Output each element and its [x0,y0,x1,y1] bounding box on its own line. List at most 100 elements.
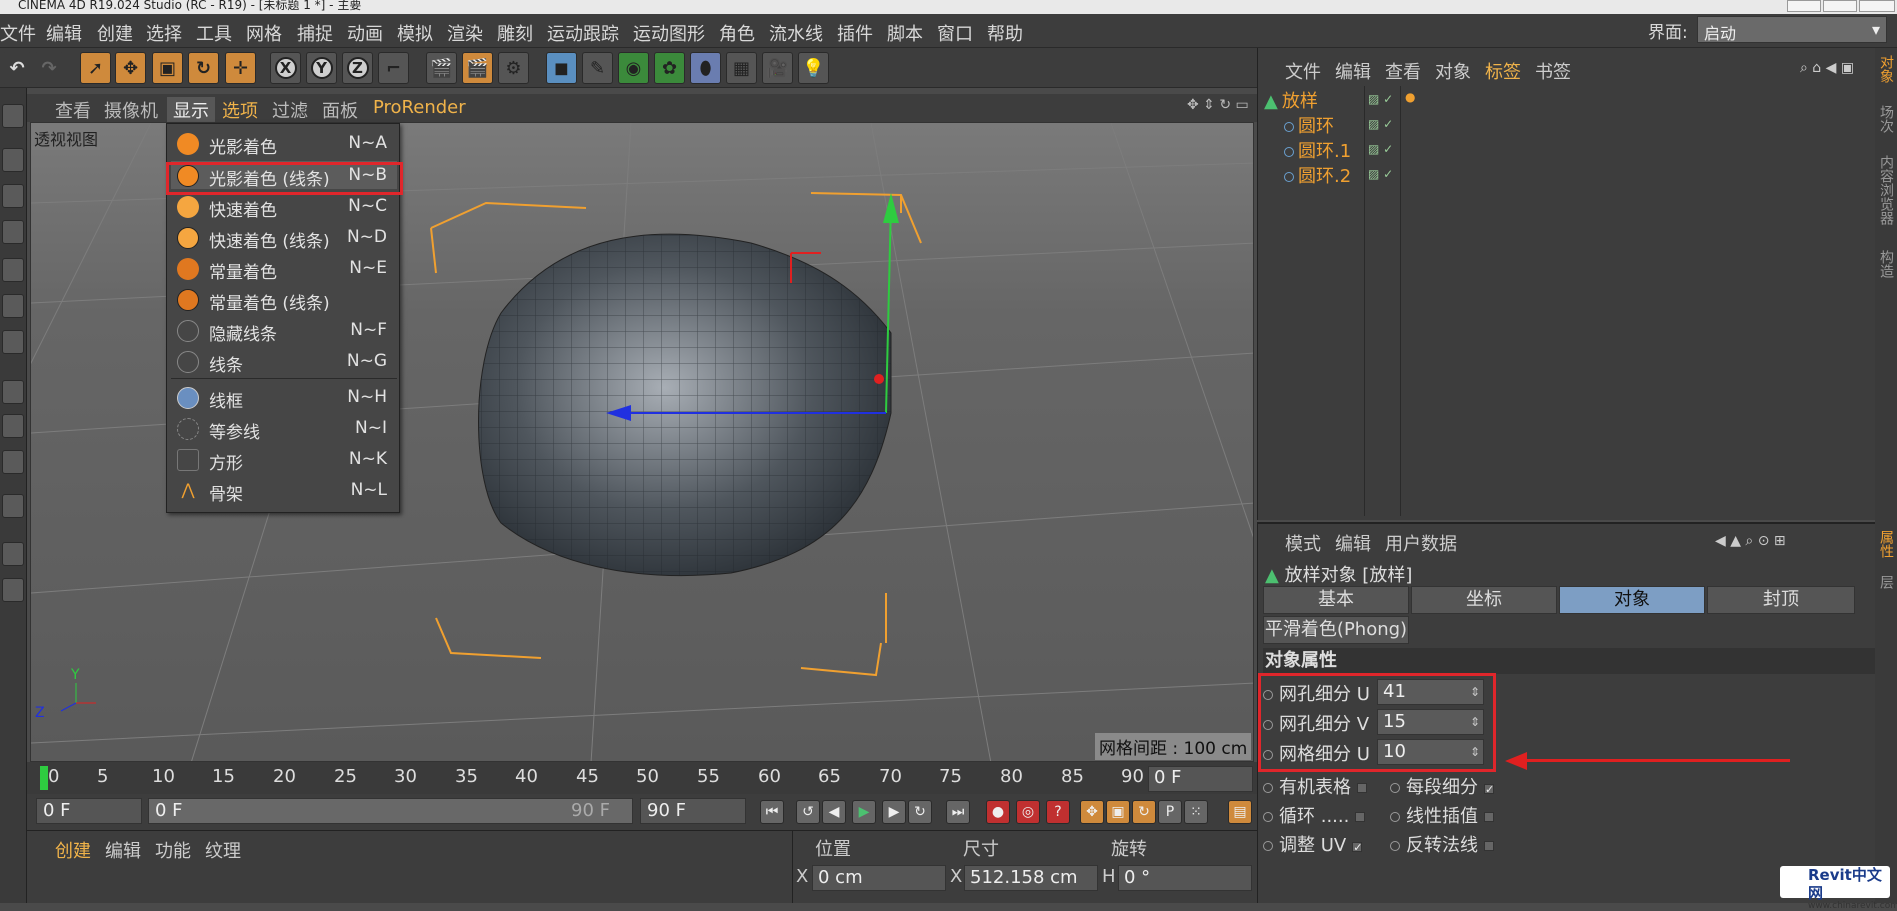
right-tab-attributes[interactable]: 属性 [1876,530,1896,558]
menu-item-hidden-line[interactable]: 隐藏线条 N~F [171,316,397,345]
deformer-icon[interactable]: ⬮ [690,52,721,84]
key-rotation-icon[interactable]: ↻ [1132,800,1156,824]
menu-window[interactable]: 窗口 [937,20,973,46]
check-loop[interactable]: 循环 ..... [1263,802,1366,828]
menu-item-lines[interactable]: 线条 N~G [171,347,397,376]
minimize-button[interactable] [1787,0,1821,12]
check-subdivide-per-segment[interactable]: 每段细分 ✓ [1390,773,1494,799]
menu-tools[interactable]: 工具 [196,20,232,46]
playhead[interactable] [40,766,48,790]
visibility-check-icon[interactable]: ▨ ✓ [1368,167,1393,181]
light-icon[interactable]: 💡 [798,52,829,84]
am-menu-mode[interactable]: 模式 [1285,530,1321,556]
key-position-icon[interactable]: ✥ [1080,800,1104,824]
timeline-window-icon[interactable]: ▤ [1228,800,1252,824]
previous-frame-icon[interactable]: ◀ [822,800,846,824]
rotate-tool-icon[interactable]: ↻ [188,52,219,84]
menu-simulate[interactable]: 模拟 [397,20,433,46]
end-frame-field[interactable]: 90 F [640,798,746,824]
polygons-mode-icon[interactable] [2,330,24,354]
viewport-menu-options[interactable]: 选项 [222,97,258,123]
object-row-circle[interactable]: 圆环 [1262,112,1362,137]
make-editable-icon[interactable] [2,104,24,128]
check-adapt-uv[interactable]: 调整 UV ✓ [1263,831,1362,857]
size-x-input[interactable]: 512.158 cm [964,865,1098,891]
menu-edit[interactable]: 编辑 [46,20,82,46]
play-icon[interactable]: ▶ [852,800,876,824]
magnet-icon[interactable] [2,494,24,518]
menu-mograph[interactable]: 运动图形 [633,20,705,46]
previous-key-icon[interactable]: ↺ [796,800,820,824]
tag-icon[interactable]: ● [1405,90,1415,104]
right-tab-layers[interactable]: 层 [1876,575,1896,589]
redo-icon[interactable]: ↷ [34,52,64,84]
axis-mode-icon[interactable] [2,380,24,404]
right-tab-objects[interactable]: 对象 [1876,55,1896,83]
menu-mesh[interactable]: 网格 [246,20,282,46]
menu-motion-tracking[interactable]: 运动跟踪 [547,20,619,46]
points-mode-icon[interactable] [2,258,24,282]
key-selection-icon[interactable]: ? [1046,800,1070,824]
menu-item-quick-lines[interactable]: 快速着色 (线条) N~D [171,223,397,252]
menu-item-isoparm[interactable]: 等参线 N~I [171,414,397,443]
close-button[interactable] [1859,0,1895,12]
coordinate-system-icon[interactable]: ⌐ [378,52,409,84]
edges-mode-icon[interactable] [2,294,24,318]
scale-tool-icon[interactable]: ▣ [152,52,183,84]
viewport-menu-view[interactable]: 查看 [55,97,91,123]
layout-select[interactable]: 启动 [1697,16,1887,43]
viewport-menu-filter[interactable]: 过滤 [272,97,308,123]
model-mode-icon[interactable] [2,148,24,172]
select-tool-icon[interactable]: ➚ [80,52,111,84]
om-menu-tags[interactable]: 标签 [1485,58,1521,84]
pen-spline-icon[interactable]: ✎ [582,52,613,84]
record-key-icon[interactable]: ● [986,800,1010,824]
mat-menu-texture[interactable]: 纹理 [205,837,241,863]
key-scale-icon[interactable]: ▣ [1106,800,1130,824]
viewport-nav-icons[interactable]: ✥ ⇕ ↻ ▭ [1187,97,1249,113]
menu-render[interactable]: 渲染 [447,20,483,46]
menu-item-wireframe[interactable]: 线框 N~H [171,383,397,412]
rotation-h-input[interactable]: 0 ° [1118,865,1252,891]
maximize-button[interactable] [1823,0,1857,12]
x-axis-lock-icon[interactable]: X [270,52,301,84]
visibility-check-icon[interactable]: ▨ ✓ [1368,142,1393,156]
auto-key-icon[interactable]: ◎ [1016,800,1040,824]
viewport-menu-prorender[interactable]: ProRender [373,97,466,118]
am-nav-icons[interactable]: ◀ ▲ ⌕ ⊙ ⊞ [1715,533,1786,549]
object-row-loft[interactable]: ▲ 放样 [1262,87,1362,112]
solo-icon[interactable] [2,578,24,602]
tab-basic[interactable]: 基本 [1263,586,1409,614]
menu-pipeline[interactable]: 流水线 [769,20,823,46]
cube-object-icon[interactable]: ◼ [546,52,577,84]
range-slider[interactable]: 0 F 90 F [148,798,633,824]
workplane-lock-icon[interactable] [2,542,24,566]
render-picture-viewer-icon[interactable]: 🎬 [462,52,493,84]
om-menu-bookmarks[interactable]: 书签 [1535,58,1571,84]
go-to-start-icon[interactable]: ⏮ [760,800,784,824]
snap-icon[interactable] [2,450,24,474]
right-tab-structure[interactable]: 构造 [1876,250,1896,278]
menu-help[interactable]: 帮助 [987,20,1023,46]
menu-character[interactable]: 角色 [719,20,755,46]
visibility-check-icon[interactable]: ▨ ✓ [1368,117,1393,131]
workplane-icon[interactable] [2,220,24,244]
om-menu-file[interactable]: 文件 [1285,58,1321,84]
next-key-icon[interactable]: ↻ [908,800,932,824]
texture-mode-icon[interactable] [2,184,24,208]
viewport-menu-panel[interactable]: 面板 [322,97,358,123]
visibility-check-icon[interactable]: ▨ ✓ [1368,92,1393,106]
key-param-icon[interactable]: P [1158,800,1182,824]
viewport-menu-display[interactable]: 显示 [167,97,215,123]
undo-icon[interactable]: ↶ [2,52,32,84]
menu-script[interactable]: 脚本 [887,20,923,46]
menu-item-constant[interactable]: 常量着色 N~E [171,254,397,283]
menu-item-quick[interactable]: 快速着色 N~C [171,192,397,221]
subdivision-icon[interactable]: ◉ [618,52,649,84]
position-x-input[interactable]: 0 cm [812,865,946,891]
menu-item-skeleton[interactable]: ⋀ 骨架 N~L [171,476,397,505]
recent-tool-icon[interactable]: ✛ [225,52,256,84]
menu-create[interactable]: 创建 [97,20,133,46]
tab-caps[interactable]: 封顶 [1707,586,1855,614]
next-frame-icon[interactable]: ▶ [882,800,906,824]
